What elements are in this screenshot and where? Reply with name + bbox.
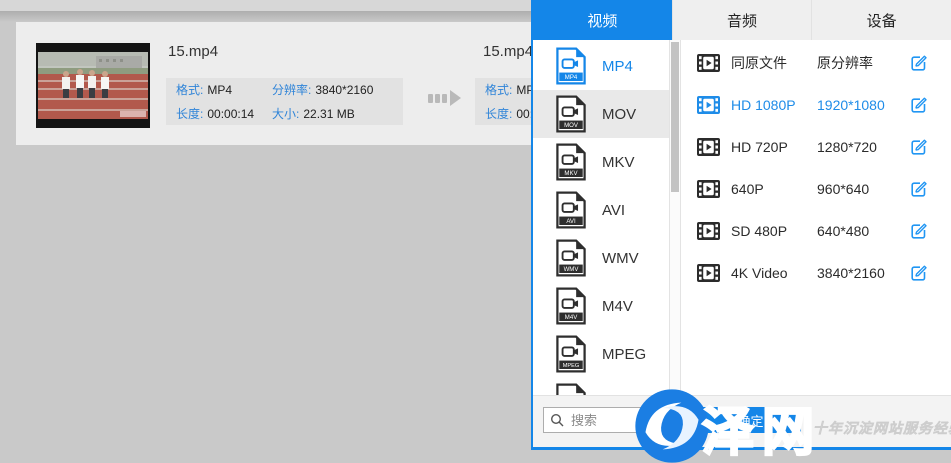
- file-format-icon: MPEG: [556, 335, 586, 373]
- filmstrip-icon: [697, 54, 720, 72]
- format-item-mkv[interactable]: MKV MKV: [533, 138, 669, 186]
- filmstrip-icon: [697, 180, 720, 198]
- tab-device[interactable]: 设备: [811, 0, 951, 40]
- format-item-wmv[interactable]: WMV WMV: [533, 234, 669, 282]
- preset-resolution: 1920*1080: [817, 97, 885, 113]
- format-label: M4V: [602, 298, 633, 315]
- preset-name: 4K Video: [731, 265, 817, 281]
- format-value: MP4: [207, 83, 232, 97]
- size-label: 大小:: [272, 107, 299, 121]
- format-list-scrollbar[interactable]: [669, 40, 681, 396]
- svg-text:MPEG: MPEG: [563, 363, 580, 369]
- panel-footer: 确定: [533, 395, 951, 447]
- format-label: MPEG: [602, 346, 646, 363]
- svg-text:MP4: MP4: [565, 74, 578, 81]
- duration-label: 长度:: [176, 107, 203, 121]
- format-label: 格式:: [485, 83, 512, 97]
- preset-name: HD 1080P: [731, 97, 817, 113]
- resolution-label: 分辨率:: [272, 83, 311, 97]
- format-item-partial[interactable]: [533, 378, 669, 396]
- edit-preset-icon[interactable]: [909, 137, 929, 157]
- preset-name: HD 720P: [731, 139, 817, 155]
- panel-body: MP4 MP4 MOV MOV: [533, 40, 951, 396]
- svg-text:MKV: MKV: [564, 170, 578, 177]
- preset-row-4k[interactable]: 4K Video 3840*2160: [681, 252, 951, 294]
- preset-row-hd720p[interactable]: HD 720P 1280*720: [681, 126, 951, 168]
- filmstrip-icon: [697, 264, 720, 282]
- format-label: MKV: [602, 154, 635, 171]
- format-item-avi[interactable]: AVI AVI: [533, 186, 669, 234]
- preset-name: 640P: [731, 181, 817, 197]
- duration-label: 长度:: [485, 107, 512, 121]
- edit-preset-icon[interactable]: [909, 53, 929, 73]
- file-row: 15.mp4 格式: MP4 分辨率: 3840*2160 长度: 00:00:14 …: [16, 22, 576, 145]
- edit-preset-icon[interactable]: [909, 179, 929, 199]
- format-label: MOV: [602, 106, 636, 123]
- format-list: MP4 MP4 MOV MOV: [533, 40, 669, 396]
- preset-row-original[interactable]: 同原文件 原分辨率: [681, 42, 951, 84]
- format-item-m4v[interactable]: M4V M4V: [533, 282, 669, 330]
- preset-row-640p[interactable]: 640P 960*640: [681, 168, 951, 210]
- preset-resolution: 640*480: [817, 223, 869, 239]
- format-label: 格式:: [176, 83, 203, 97]
- file-format-icon: M4V: [556, 287, 586, 325]
- app-window: 15.mp4 格式: MP4 分辨率: 3840*2160 长度: 00:00:14 …: [0, 0, 951, 463]
- svg-text:AVI: AVI: [566, 218, 576, 225]
- format-label: AVI: [602, 202, 625, 219]
- file-format-icon: MKV: [556, 143, 586, 181]
- tab-video[interactable]: 视频: [533, 0, 672, 40]
- preset-resolution: 3840*2160: [817, 265, 885, 281]
- format-label: WMV: [602, 250, 639, 267]
- preset-resolution: 960*640: [817, 181, 869, 197]
- output-file-title: 15.mp4: [483, 43, 533, 60]
- preset-row-hd1080p[interactable]: HD 1080P 1920*1080: [681, 84, 951, 126]
- preset-name: SD 480P: [731, 223, 817, 239]
- preset-list: 同原文件 原分辨率 HD 1080P: [681, 40, 951, 396]
- svg-text:M4V: M4V: [565, 314, 578, 321]
- panel-tabs: 视频 音频 设备: [533, 0, 951, 40]
- size-value: 22.31 MB: [303, 107, 354, 121]
- file-format-icon: MP4: [556, 47, 586, 85]
- format-item-mp4[interactable]: MP4 MP4: [533, 42, 669, 90]
- format-label: MP4: [602, 58, 633, 75]
- filmstrip-icon: [697, 96, 720, 114]
- preset-resolution: 原分辨率: [817, 53, 873, 73]
- format-item-mov[interactable]: MOV MOV: [533, 90, 669, 138]
- source-meta-box: 格式: MP4 分辨率: 3840*2160 长度: 00:00:14 大小: 22.3…: [166, 78, 403, 125]
- edit-preset-icon[interactable]: [909, 221, 929, 241]
- resolution-value: 3840*2160: [315, 83, 373, 97]
- preset-resolution: 1280*720: [817, 139, 877, 155]
- search-icon: [550, 413, 564, 427]
- search-input[interactable]: [569, 412, 663, 429]
- video-thumbnail[interactable]: [36, 43, 150, 128]
- file-format-icon: MOV: [556, 95, 586, 133]
- filmstrip-icon: [697, 138, 720, 156]
- filmstrip-icon: [697, 222, 720, 240]
- file-format-icon: AVI: [556, 191, 586, 229]
- format-panel: 视频 音频 设备 MP4 MP4: [531, 0, 951, 450]
- preset-row-sd480p[interactable]: SD 480P 640*480: [681, 210, 951, 252]
- format-item-mpeg[interactable]: MPEG MPEG: [533, 330, 669, 378]
- svg-text:WMV: WMV: [564, 266, 580, 273]
- source-file-title: 15.mp4: [168, 43, 218, 60]
- convert-arrow-icon: [428, 90, 461, 106]
- confirm-button[interactable]: 确定: [700, 407, 801, 433]
- edit-preset-icon[interactable]: [909, 263, 929, 283]
- file-format-icon: WMV: [556, 239, 586, 277]
- tab-audio[interactable]: 音频: [672, 0, 812, 40]
- search-box[interactable]: [543, 407, 673, 433]
- preset-name: 同原文件: [731, 53, 817, 73]
- edit-preset-icon[interactable]: [909, 95, 929, 115]
- scrollbar-thumb[interactable]: [671, 42, 679, 192]
- svg-text:MOV: MOV: [564, 122, 579, 129]
- duration-value: 00:00:14: [207, 107, 254, 121]
